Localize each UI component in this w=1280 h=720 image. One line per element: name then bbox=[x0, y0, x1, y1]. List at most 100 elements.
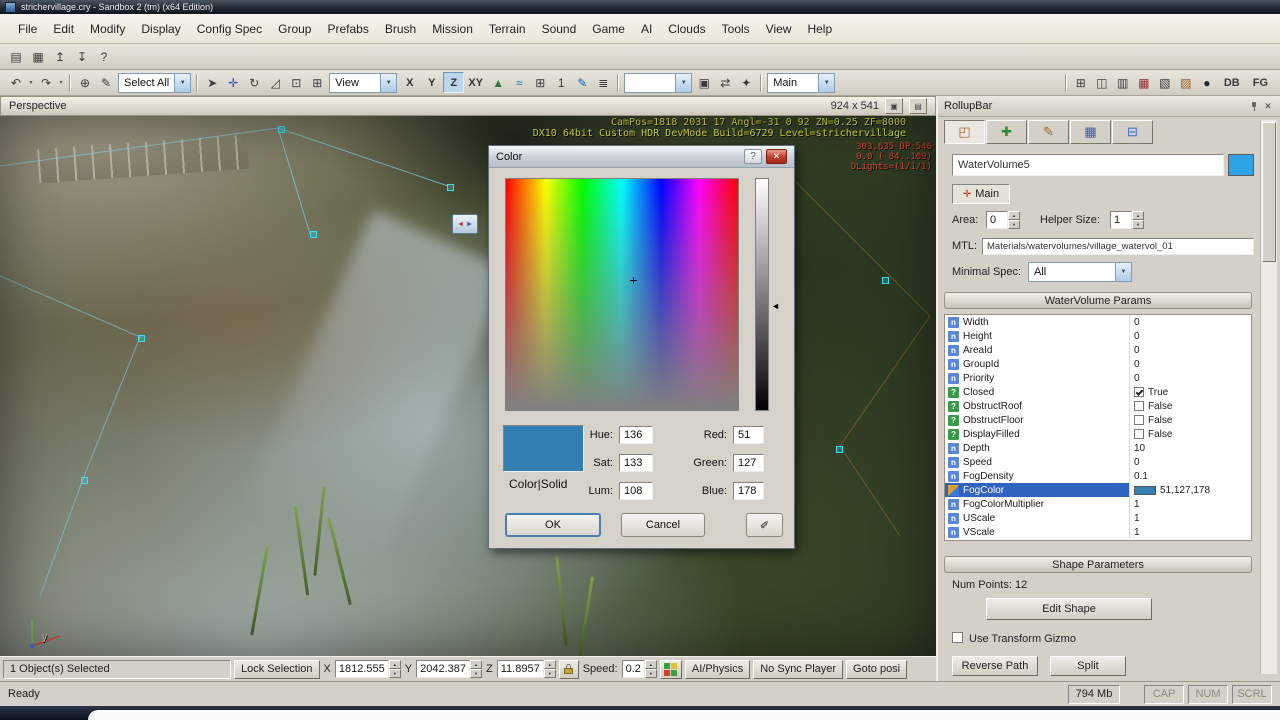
blue-input[interactable]: 178 bbox=[733, 482, 764, 500]
chevron-down-icon[interactable]: ▼ bbox=[380, 73, 397, 92]
luminance-slider[interactable] bbox=[755, 178, 769, 411]
help-icon[interactable]: ? bbox=[744, 149, 762, 164]
scrollbar-thumb[interactable] bbox=[1262, 122, 1276, 262]
z-coordinate-value[interactable]: 11.8957 bbox=[496, 660, 544, 678]
chevron-down-icon[interactable]: ▼ bbox=[818, 73, 835, 92]
param-row[interactable]: n UScale 1 bbox=[945, 511, 1251, 525]
split-button[interactable]: Split bbox=[1050, 656, 1126, 676]
spinner-arrows[interactable]: ▲ ▼ bbox=[1132, 211, 1144, 229]
axis-constraint-button[interactable]: XY bbox=[465, 72, 486, 93]
main-section-toggle[interactable]: ✛ Main bbox=[952, 184, 1010, 204]
y-coordinate-spinner[interactable]: 2042.387 ▲ ▼ bbox=[416, 660, 483, 678]
menu-item[interactable]: Edit bbox=[45, 18, 82, 40]
rollup-bar-title[interactable]: RollupBar ✕ bbox=[938, 96, 1280, 117]
helper-size-value[interactable]: 1 bbox=[1110, 211, 1132, 229]
helper-size-spinner[interactable]: 1 ▲ ▼ bbox=[1110, 211, 1144, 229]
open-icon[interactable]: ▤ bbox=[6, 47, 26, 67]
hue-saturation-field[interactable]: + bbox=[505, 178, 739, 411]
close-icon[interactable]: ✕ bbox=[1262, 100, 1274, 112]
spin-up-icon[interactable]: ▲ bbox=[644, 660, 657, 669]
snap-grid-icon[interactable]: ⊞ bbox=[307, 73, 327, 93]
table-view-icon[interactable]: ▦ bbox=[1134, 73, 1154, 93]
menu-item[interactable]: Sound bbox=[534, 18, 585, 40]
goto-selection-icon[interactable]: ✦ bbox=[736, 73, 756, 93]
shape-params-header[interactable]: Shape Parameters bbox=[944, 556, 1252, 573]
separator[interactable] bbox=[760, 73, 763, 92]
spin-up-icon[interactable]: ▲ bbox=[388, 660, 401, 669]
rotate-tool-icon[interactable]: ↻ bbox=[244, 73, 264, 93]
select-mode-combo[interactable]: Select All ▼ bbox=[118, 72, 192, 93]
color-crosshair[interactable]: + bbox=[627, 273, 640, 287]
param-value-cell[interactable]: False bbox=[1129, 427, 1251, 441]
param-row[interactable]: n Speed 0 bbox=[945, 455, 1251, 469]
help-icon[interactable]: ? bbox=[94, 47, 114, 67]
axis-constraint-button[interactable]: X bbox=[399, 72, 420, 93]
ai-physics-button[interactable]: AI/Physics bbox=[684, 659, 751, 679]
param-row[interactable]: c FogColor 51,127,178 bbox=[945, 483, 1251, 497]
measure-icon[interactable]: ▨ bbox=[1176, 73, 1196, 93]
object-color-swatch[interactable] bbox=[1228, 154, 1254, 176]
flowgraph-button[interactable]: FG bbox=[1247, 72, 1274, 94]
menu-item[interactable]: Prefabs bbox=[319, 18, 376, 40]
param-row[interactable]: n Priority 0 bbox=[945, 371, 1251, 385]
spin-down-icon[interactable]: ▼ bbox=[1008, 220, 1020, 229]
param-row[interactable]: ? DisplayFilled False bbox=[945, 427, 1251, 441]
pin-icon[interactable] bbox=[1248, 101, 1258, 111]
lum-input[interactable]: 108 bbox=[619, 482, 653, 500]
lock-selection-button[interactable]: Lock Selection bbox=[234, 659, 320, 679]
spinner-arrows[interactable]: ▲ ▼ bbox=[644, 660, 657, 678]
separator[interactable] bbox=[69, 73, 71, 92]
speed-spinner[interactable]: 0.2 ▲ ▼ bbox=[621, 660, 657, 678]
param-value-cell[interactable]: 0 bbox=[1129, 357, 1251, 371]
viewport-layout-icon[interactable]: ▤ bbox=[909, 98, 927, 114]
menu-item[interactable]: Tools bbox=[714, 18, 758, 40]
title-bar[interactable]: strichervillage.cry - Sandbox 2 (tm) (x6… bbox=[0, 0, 1280, 14]
spin-down-icon[interactable]: ▼ bbox=[543, 669, 556, 678]
undo-icon[interactable]: ↶ bbox=[6, 73, 26, 93]
layer-list-icon[interactable]: ≣ bbox=[593, 73, 613, 93]
minimal-spec-combo[interactable]: All ▼ bbox=[1028, 262, 1132, 282]
param-value-cell[interactable]: 51,127,178 bbox=[1129, 483, 1251, 497]
param-checkbox[interactable] bbox=[1134, 401, 1144, 411]
spin-down-icon[interactable]: ▼ bbox=[470, 669, 483, 678]
param-row[interactable]: n Height 0 bbox=[945, 329, 1251, 343]
import-icon[interactable]: ↧ bbox=[72, 47, 92, 67]
display-tab-icon[interactable]: ▦ bbox=[1070, 120, 1111, 144]
param-row[interactable]: ? ObstructFloor False bbox=[945, 413, 1251, 427]
x-coordinate-spinner[interactable]: 1812.555 ▲ ▼ bbox=[334, 660, 401, 678]
menu-item[interactable]: Mission bbox=[424, 18, 481, 40]
ocean-tool-icon[interactable]: ≈ bbox=[509, 73, 529, 93]
spin-down-icon[interactable]: ▼ bbox=[644, 669, 657, 678]
scale-tool-icon[interactable]: ◿ bbox=[265, 73, 285, 93]
move-tool-icon[interactable]: ✛ bbox=[223, 73, 243, 93]
param-row[interactable]: n Depth 10 bbox=[945, 441, 1251, 455]
param-color-swatch[interactable] bbox=[1134, 485, 1156, 495]
goto-position-button[interactable]: Goto posi bbox=[846, 659, 908, 679]
spinner-arrows[interactable]: ▲ ▼ bbox=[543, 660, 556, 678]
spin-up-icon[interactable]: ▲ bbox=[470, 660, 483, 669]
select-cursor-icon[interactable]: ➤ bbox=[202, 73, 222, 93]
chevron-down-icon[interactable]: ▼ bbox=[1115, 263, 1131, 281]
layers-tab-icon[interactable]: ⊟ bbox=[1112, 120, 1153, 144]
axis-constraint-button[interactable]: Z bbox=[443, 72, 465, 93]
area-value[interactable]: 0 bbox=[986, 211, 1008, 229]
redo-history-icon[interactable]: ▾ bbox=[57, 73, 65, 93]
snap-size-icon[interactable]: ⊞ bbox=[530, 73, 550, 93]
param-value-cell[interactable]: False bbox=[1129, 413, 1251, 427]
param-row[interactable]: ? Closed True bbox=[945, 385, 1251, 399]
undo-history-icon[interactable]: ▾ bbox=[27, 73, 35, 93]
close-icon[interactable]: ✕ bbox=[766, 149, 787, 164]
render-sphere-icon[interactable]: ● bbox=[1197, 73, 1217, 93]
watervolume-params-header[interactable]: WaterVolume Params bbox=[944, 292, 1252, 309]
layout-grid-icon[interactable]: ⊞ bbox=[1071, 73, 1091, 93]
param-value-cell[interactable]: 0.1 bbox=[1129, 469, 1251, 483]
terrain-tool-icon[interactable]: ▲ bbox=[488, 73, 508, 93]
y-coordinate-value[interactable]: 2042.387 bbox=[416, 660, 471, 678]
menu-item[interactable]: Config Spec bbox=[189, 18, 270, 40]
menu-item[interactable]: Brush bbox=[377, 18, 424, 40]
lock-axis-button[interactable] bbox=[558, 659, 579, 679]
viewport-header[interactable]: Perspective 924 x 541 ▣ ▤ bbox=[0, 96, 936, 116]
terrain-tab-icon[interactable]: ✚ bbox=[986, 120, 1027, 144]
menu-item[interactable]: View bbox=[758, 18, 800, 40]
spin-down-icon[interactable]: ▼ bbox=[388, 669, 401, 678]
